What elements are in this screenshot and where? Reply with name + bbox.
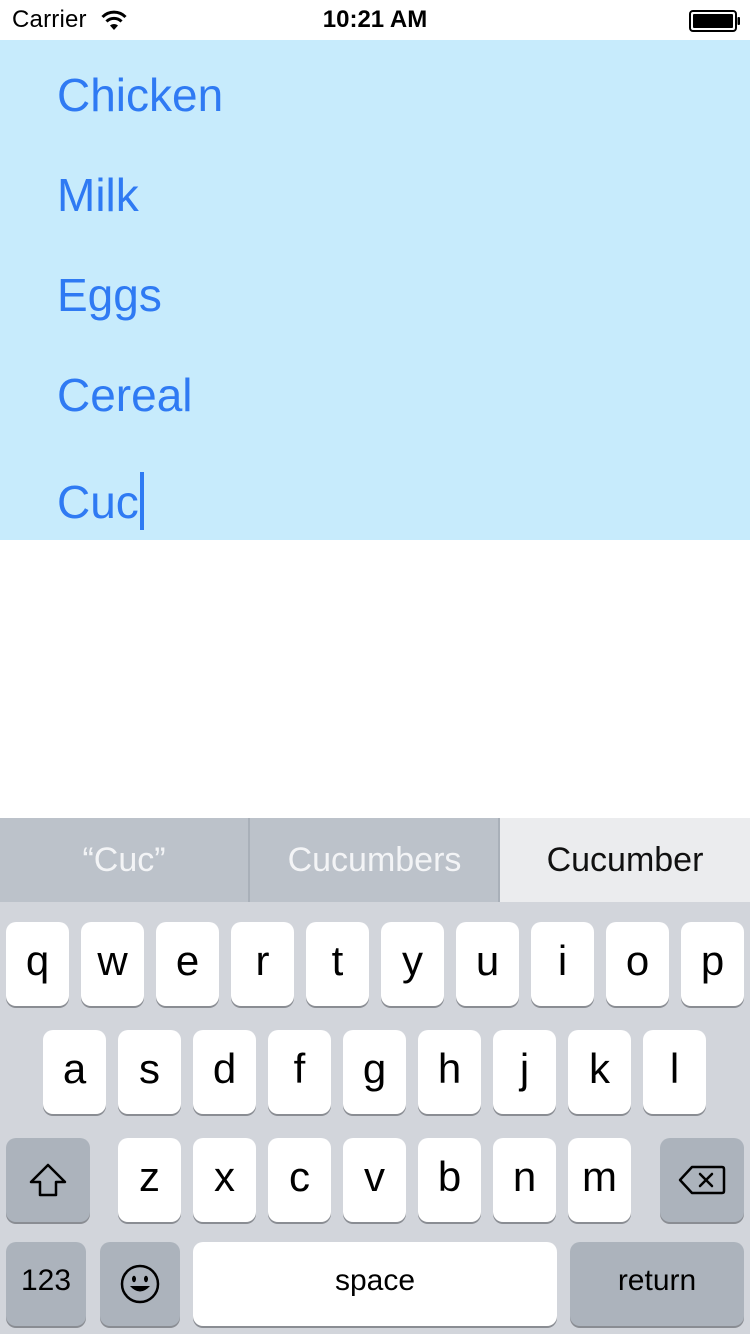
key-label: h [437,1045,462,1092]
key-a[interactable]: a [43,1030,106,1114]
key-label: n [512,1153,537,1200]
key-label: g [362,1045,387,1092]
list-item-milk: Milk [57,169,139,221]
grocery-text-area[interactable]: Chicken Milk Eggs Cereal Cuc [0,40,750,540]
key-e[interactable]: e [156,922,219,1006]
key-v[interactable]: v [343,1138,406,1222]
key-label: l [669,1045,680,1092]
key-b[interactable]: b [418,1138,481,1222]
clock: 10:21 AM [322,6,428,33]
suggestion-cucumbers[interactable]: Cucumbers [250,818,499,902]
key-l[interactable]: l [643,1030,706,1114]
key-label: q [25,937,50,984]
delete-icon [678,1165,726,1195]
key-p[interactable]: p [681,922,744,1006]
suggestion-cucumber[interactable]: Cucumber [500,818,750,902]
status-bar: Carrier 10:21 AM [0,0,750,40]
key-o[interactable]: o [606,922,669,1006]
key-h[interactable]: h [418,1030,481,1114]
emoji-icon [120,1264,160,1304]
keyboard: “Cuc” Cucumbers Cucumber q w e r t y u i… [0,818,750,1334]
key-m[interactable]: m [568,1138,631,1222]
key-label: f [293,1045,306,1092]
battery-icon [689,10,740,32]
key-label: i [557,937,568,984]
key-r[interactable]: r [231,922,294,1006]
key-label: w [97,937,128,984]
key-label: o [625,937,650,984]
key-t[interactable]: t [306,922,369,1006]
key-k[interactable]: k [568,1030,631,1114]
key-label: b [437,1153,462,1200]
key-label: space [334,1264,416,1297]
key-label: c [289,1153,310,1200]
shift-icon [29,1163,67,1197]
list-item-chicken: Chicken [57,69,224,121]
suggestion-literal[interactable]: “Cuc” [0,818,248,902]
key-label: x [214,1153,235,1200]
return-key[interactable]: return [570,1242,744,1326]
key-w[interactable]: w [81,922,144,1006]
current-line: Cuc [57,472,144,530]
key-label: a [62,1045,87,1092]
predictive-bar: “Cuc” Cucumbers Cucumber [0,818,750,902]
key-label: e [175,937,200,984]
key-s[interactable]: s [118,1030,181,1114]
key-label: z [139,1153,160,1200]
key-d[interactable]: d [193,1030,256,1114]
key-j[interactable]: j [493,1030,556,1114]
key-label: y [402,937,423,984]
key-f[interactable]: f [268,1030,331,1114]
list-item-eggs: Eggs [57,269,162,321]
space-key[interactable]: space [193,1242,557,1326]
numbers-key[interactable]: 123 [6,1242,86,1326]
key-c[interactable]: c [268,1138,331,1222]
delete-key[interactable] [660,1138,744,1222]
key-label: s [139,1045,160,1092]
key-y[interactable]: y [381,922,444,1006]
current-input-text: Cuc [57,476,139,528]
key-label: 123 [20,1264,72,1297]
key-label: p [700,937,725,984]
key-g[interactable]: g [343,1030,406,1114]
list-item-cereal: Cereal [57,369,193,421]
key-label: return [617,1264,697,1297]
shift-key[interactable] [6,1138,90,1222]
key-label: r [255,937,270,984]
key-label: t [331,937,344,984]
text-cursor [139,472,144,530]
key-label: v [364,1153,385,1200]
key-label: j [519,1045,530,1092]
key-z[interactable]: z [118,1138,181,1222]
key-q[interactable]: q [6,922,69,1006]
key-n[interactable]: n [493,1138,556,1222]
key-label: d [212,1045,237,1092]
key-u[interactable]: u [456,922,519,1006]
key-label: k [589,1045,610,1092]
key-label: m [582,1153,617,1200]
key-i[interactable]: i [531,922,594,1006]
key-x[interactable]: x [193,1138,256,1222]
key-label: u [475,937,500,984]
emoji-key[interactable] [100,1242,180,1326]
